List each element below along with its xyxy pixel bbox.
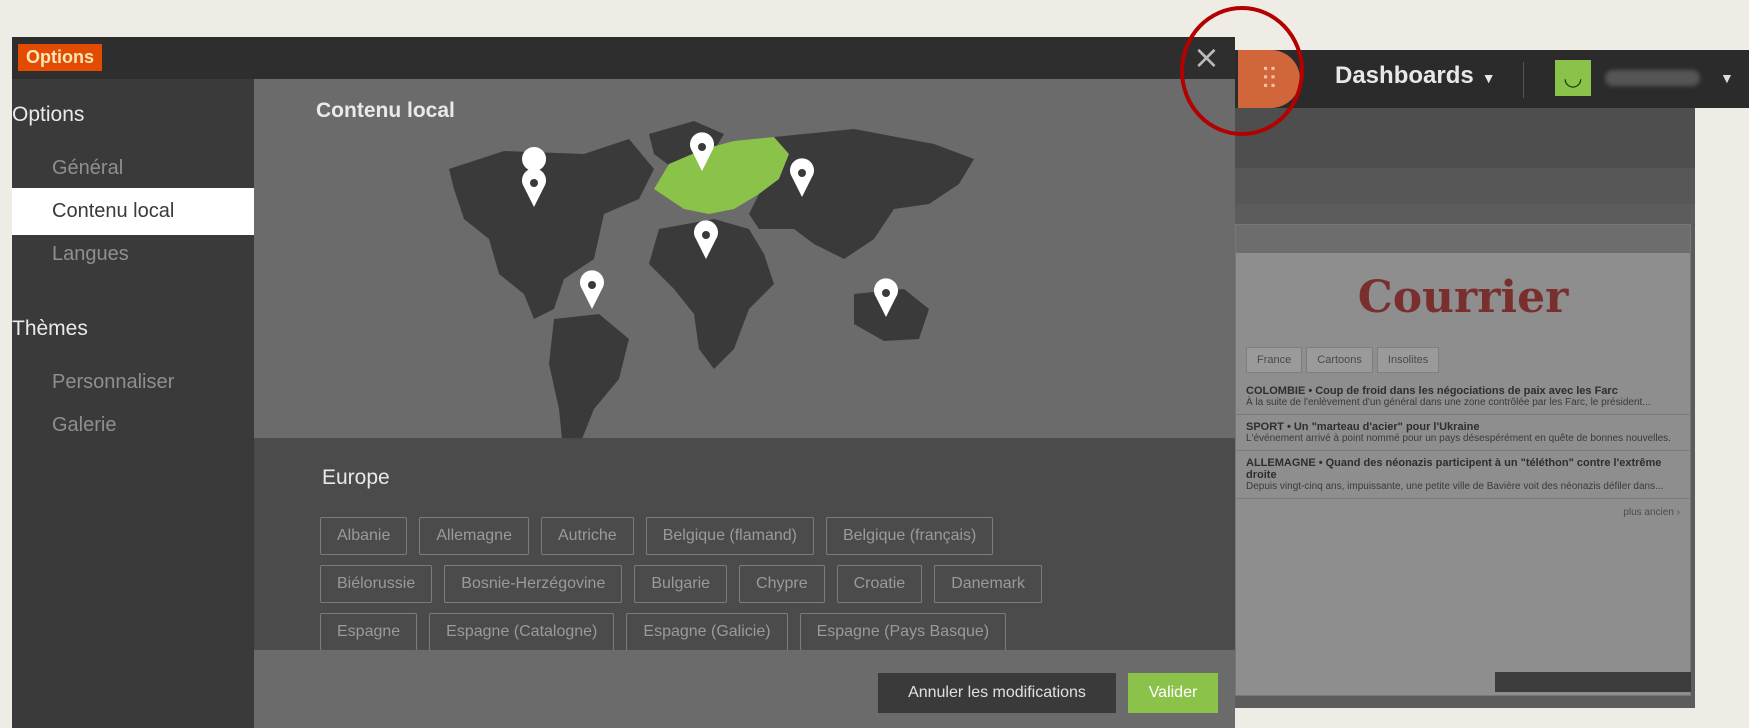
country-chip[interactable]: Espagne (Galicie): [626, 613, 788, 650]
sidebar-section-options: Options: [12, 103, 85, 126]
south-america-shape: [549, 314, 629, 438]
world-map: Contenu local: [254, 79, 1235, 438]
country-chip[interactable]: Chypre: [739, 565, 825, 603]
north-america-shape: [449, 139, 654, 319]
news-summary: L'événement arrivé à point nommé pour un…: [1246, 433, 1671, 444]
news-headline[interactable]: ALLEMAGNE • Quand des néonazis participe…: [1246, 457, 1661, 481]
region-title: Europe: [322, 466, 390, 489]
topbar-divider: [1523, 62, 1524, 98]
avatar[interactable]: ◡: [1555, 60, 1591, 96]
modal-titlebar: Options: [12, 37, 1235, 79]
sidebar-item-contenu-local[interactable]: Contenu local: [12, 188, 254, 235]
widget-tabs: France Cartoons Insolites: [1236, 341, 1690, 379]
chevron-down-icon: ▼: [1481, 70, 1496, 86]
news-item[interactable]: COLOMBIE • Coup de froid dans les négoci…: [1236, 379, 1690, 415]
news-item[interactable]: SPORT • Un "marteau d'acier" pour l'Ukra…: [1236, 415, 1690, 451]
app-subbar: [1235, 168, 1695, 204]
dashboards-menu[interactable]: Dashboards ▼: [1335, 62, 1496, 90]
sidebar-item-personnaliser[interactable]: Personnaliser: [12, 359, 254, 406]
country-chip[interactable]: Danemark: [934, 565, 1043, 603]
widget-tab[interactable]: France: [1246, 347, 1303, 373]
news-headline[interactable]: COLOMBIE • Coup de froid dans les négoci…: [1246, 385, 1618, 397]
country-chip[interactable]: Autriche: [540, 517, 634, 555]
more-link[interactable]: plus ancien ›: [1236, 499, 1690, 526]
options-main: Contenu local Europe Albanie Allemagne A…: [254, 79, 1235, 728]
country-chip[interactable]: Allemagne: [419, 517, 529, 555]
widget-logo[interactable]: Courrier: [1236, 253, 1690, 341]
user-menu-chevron-icon[interactable]: ▼: [1720, 70, 1734, 86]
sidebar-section-themes: Thèmes: [12, 317, 88, 340]
country-chip[interactable]: Belgique (français): [825, 517, 994, 555]
news-summary: Depuis vingt-cinq ans, impuissante, une …: [1246, 481, 1664, 492]
country-chip[interactable]: Espagne: [320, 613, 418, 650]
modal-title-tag: Options: [18, 44, 102, 71]
options-sidebar: Options Général Contenu local Langues Th…: [12, 79, 254, 728]
app-toolbar: [1235, 108, 1695, 168]
south-america-pin: [580, 270, 604, 309]
widget-tab[interactable]: Cartoons: [1306, 347, 1373, 373]
news-headline[interactable]: SPORT • Un "marteau d'acier" pour l'Ukra…: [1246, 421, 1479, 433]
country-chip[interactable]: Bosnie-Herzégovine: [444, 565, 623, 603]
modal-footer: Annuler les modifications Valider: [254, 656, 1235, 728]
country-chip[interactable]: Croatie: [836, 565, 923, 603]
country-chip[interactable]: Bulgarie: [634, 565, 728, 603]
news-widget: Courrier France Cartoons Insolites COLOM…: [1235, 224, 1691, 696]
annotation-circle: [1180, 6, 1304, 136]
world-map-svg: [449, 121, 974, 438]
username-blurred[interactable]: [1605, 70, 1700, 86]
country-chips: Albanie Allemagne Autriche Belgique (flaman…: [320, 517, 1180, 650]
cancel-changes-button[interactable]: Annuler les modifications: [878, 673, 1116, 713]
sidebar-item-general[interactable]: Général: [12, 145, 254, 192]
widget-header[interactable]: [1236, 225, 1690, 253]
country-chip[interactable]: Albanie: [320, 517, 408, 555]
widget-tab[interactable]: Insolites: [1376, 347, 1440, 373]
country-chip[interactable]: Belgique (flamand): [645, 517, 814, 555]
country-chip[interactable]: Espagne (Catalogne): [429, 613, 615, 650]
news-item[interactable]: ALLEMAGNE • Quand des néonazis participe…: [1236, 451, 1690, 499]
widget-footer[interactable]: [1495, 672, 1691, 692]
sidebar-item-langues[interactable]: Langues: [12, 231, 254, 278]
validate-button[interactable]: Valider: [1128, 673, 1218, 713]
news-summary: À la suite de l'enlèvement d'un général …: [1246, 397, 1651, 408]
country-chip[interactable]: Espagne (Pays Basque): [799, 613, 1007, 650]
country-chip[interactable]: Biélorussie: [320, 565, 433, 603]
region-panel: Europe Albanie Allemagne Autriche Belgique …: [254, 438, 1235, 650]
sidebar-item-galerie[interactable]: Galerie: [12, 402, 254, 449]
